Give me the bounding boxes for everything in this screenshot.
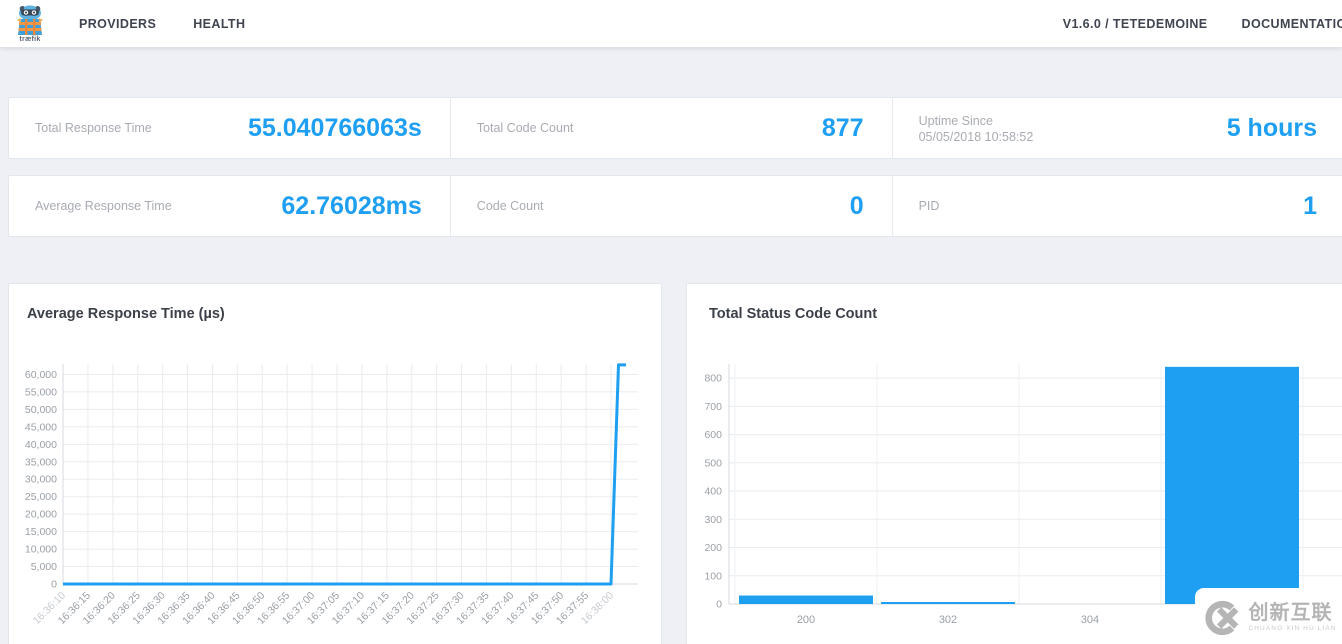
stat-label-group: Total Code Count	[477, 119, 574, 137]
stat-value: 0	[849, 191, 864, 220]
stat-uptime: Uptime Since 05/05/2018 10:58:52 5 hours	[891, 98, 1342, 158]
avg-response-time-chart-card: Average Response Time (µs) 0 5,000 10,000 1…	[8, 283, 662, 644]
traefik-logo[interactable]: træfik	[8, 5, 52, 43]
stat-label: Average Response Time	[35, 198, 172, 213]
stat-value: 877	[821, 113, 864, 142]
nav-item-health[interactable]: HEALTH	[193, 17, 245, 31]
avg-response-time-line-chart: 0 5,000 10,000 15,000 20,000 25,000 30,000 35,0…	[25, 363, 638, 627]
svg-text:100: 100	[704, 570, 722, 582]
stat-label-group: Total Response Time	[35, 119, 152, 137]
svg-text:300: 300	[704, 514, 722, 526]
svg-text:25,000: 25,000	[25, 491, 57, 503]
watermark: 创新互联 CHUANG XIN HU LIAN	[1195, 588, 1342, 644]
stat-value: 1	[1303, 191, 1317, 220]
svg-text:400: 400	[704, 486, 722, 498]
svg-text:0: 0	[716, 599, 722, 611]
stat-pid: PID 1	[891, 176, 1342, 236]
nav-item-providers[interactable]: PROVIDERS	[79, 17, 156, 31]
stat-total-code-count: Total Code Count 877	[449, 98, 892, 158]
version-label: V1.6.0 / TETEDEMOINE	[1062, 16, 1208, 31]
nav-item-documentation[interactable]: DOCUMENTATION	[1242, 17, 1342, 31]
navbar: træfik PROVIDERS HEALTH V1.6.0 / TETEDEM…	[0, 0, 1342, 47]
watermark-cn-text: 创新互联	[1248, 601, 1333, 624]
svg-text:0: 0	[51, 579, 57, 591]
svg-text:700: 700	[704, 401, 722, 413]
svg-text:10,000: 10,000	[25, 544, 57, 556]
stat-value: 55.040766063s	[248, 113, 422, 142]
watermark-logo-icon	[1205, 600, 1239, 635]
svg-text:15,000: 15,000	[25, 526, 57, 538]
stat-label-group: Average Response Time	[35, 197, 172, 215]
stats-row-1: Total Response Time 55.040766063s Total …	[8, 97, 1342, 159]
chart-title: Total Status Code Count	[709, 306, 878, 322]
stat-label: Total Response Time	[35, 120, 152, 135]
stat-label-group: PID	[919, 197, 940, 215]
svg-text:800: 800	[704, 373, 722, 385]
brand-name: træfik	[19, 35, 41, 43]
stat-label: Code Count	[476, 198, 544, 213]
watermark-en-text: CHUANG XIN HU LIAN	[1248, 624, 1337, 632]
svg-text:55,000: 55,000	[25, 386, 57, 398]
svg-text:200: 200	[704, 542, 722, 554]
stat-sublabel: 05/05/2018 10:58:52	[918, 130, 1034, 145]
svg-text:40,000: 40,000	[25, 439, 57, 451]
chart-title: Average Response Time (µs)	[27, 306, 225, 322]
stats-row-2: Average Response Time 62.76028ms Code Co…	[8, 175, 1342, 237]
stat-value: 62.76028ms	[281, 191, 422, 220]
nav-right-group: V1.6.0 / TETEDEMOINE DOCUMENTATION	[1063, 17, 1342, 31]
main-nav: PROVIDERS HEALTH	[79, 17, 245, 31]
stat-label: PID	[918, 198, 940, 213]
watermark-text: 创新互联 CHUANG XIN HU LIAN	[1248, 603, 1336, 633]
svg-text:200: 200	[797, 614, 815, 626]
stat-total-response-time: Total Response Time 55.040766063s	[9, 98, 450, 158]
svg-text:35,000: 35,000	[25, 456, 57, 468]
stat-label-group: Uptime Since 05/05/2018 10:58:52	[919, 112, 1034, 144]
traefik-mascot-icon	[17, 5, 43, 35]
svg-text:5,000: 5,000	[31, 561, 57, 573]
svg-text:500: 500	[704, 457, 722, 469]
svg-text:45,000: 45,000	[25, 421, 57, 433]
svg-text:30,000: 30,000	[25, 474, 57, 486]
svg-text:302: 302	[939, 614, 957, 626]
stat-label: Uptime Since	[918, 113, 993, 128]
stat-average-response-time: Average Response Time 62.76028ms	[9, 176, 450, 236]
svg-text:20,000: 20,000	[25, 509, 57, 521]
stat-label: Total Code Count	[476, 120, 574, 135]
svg-text:600: 600	[704, 429, 722, 441]
stat-code-count: Code Count 0	[449, 176, 892, 236]
svg-text:50,000: 50,000	[25, 404, 57, 416]
stat-value: 5 hours	[1226, 113, 1317, 142]
stat-label-group: Code Count	[477, 197, 544, 215]
svg-text:60,000: 60,000	[25, 369, 57, 381]
svg-text:304: 304	[1081, 614, 1099, 626]
